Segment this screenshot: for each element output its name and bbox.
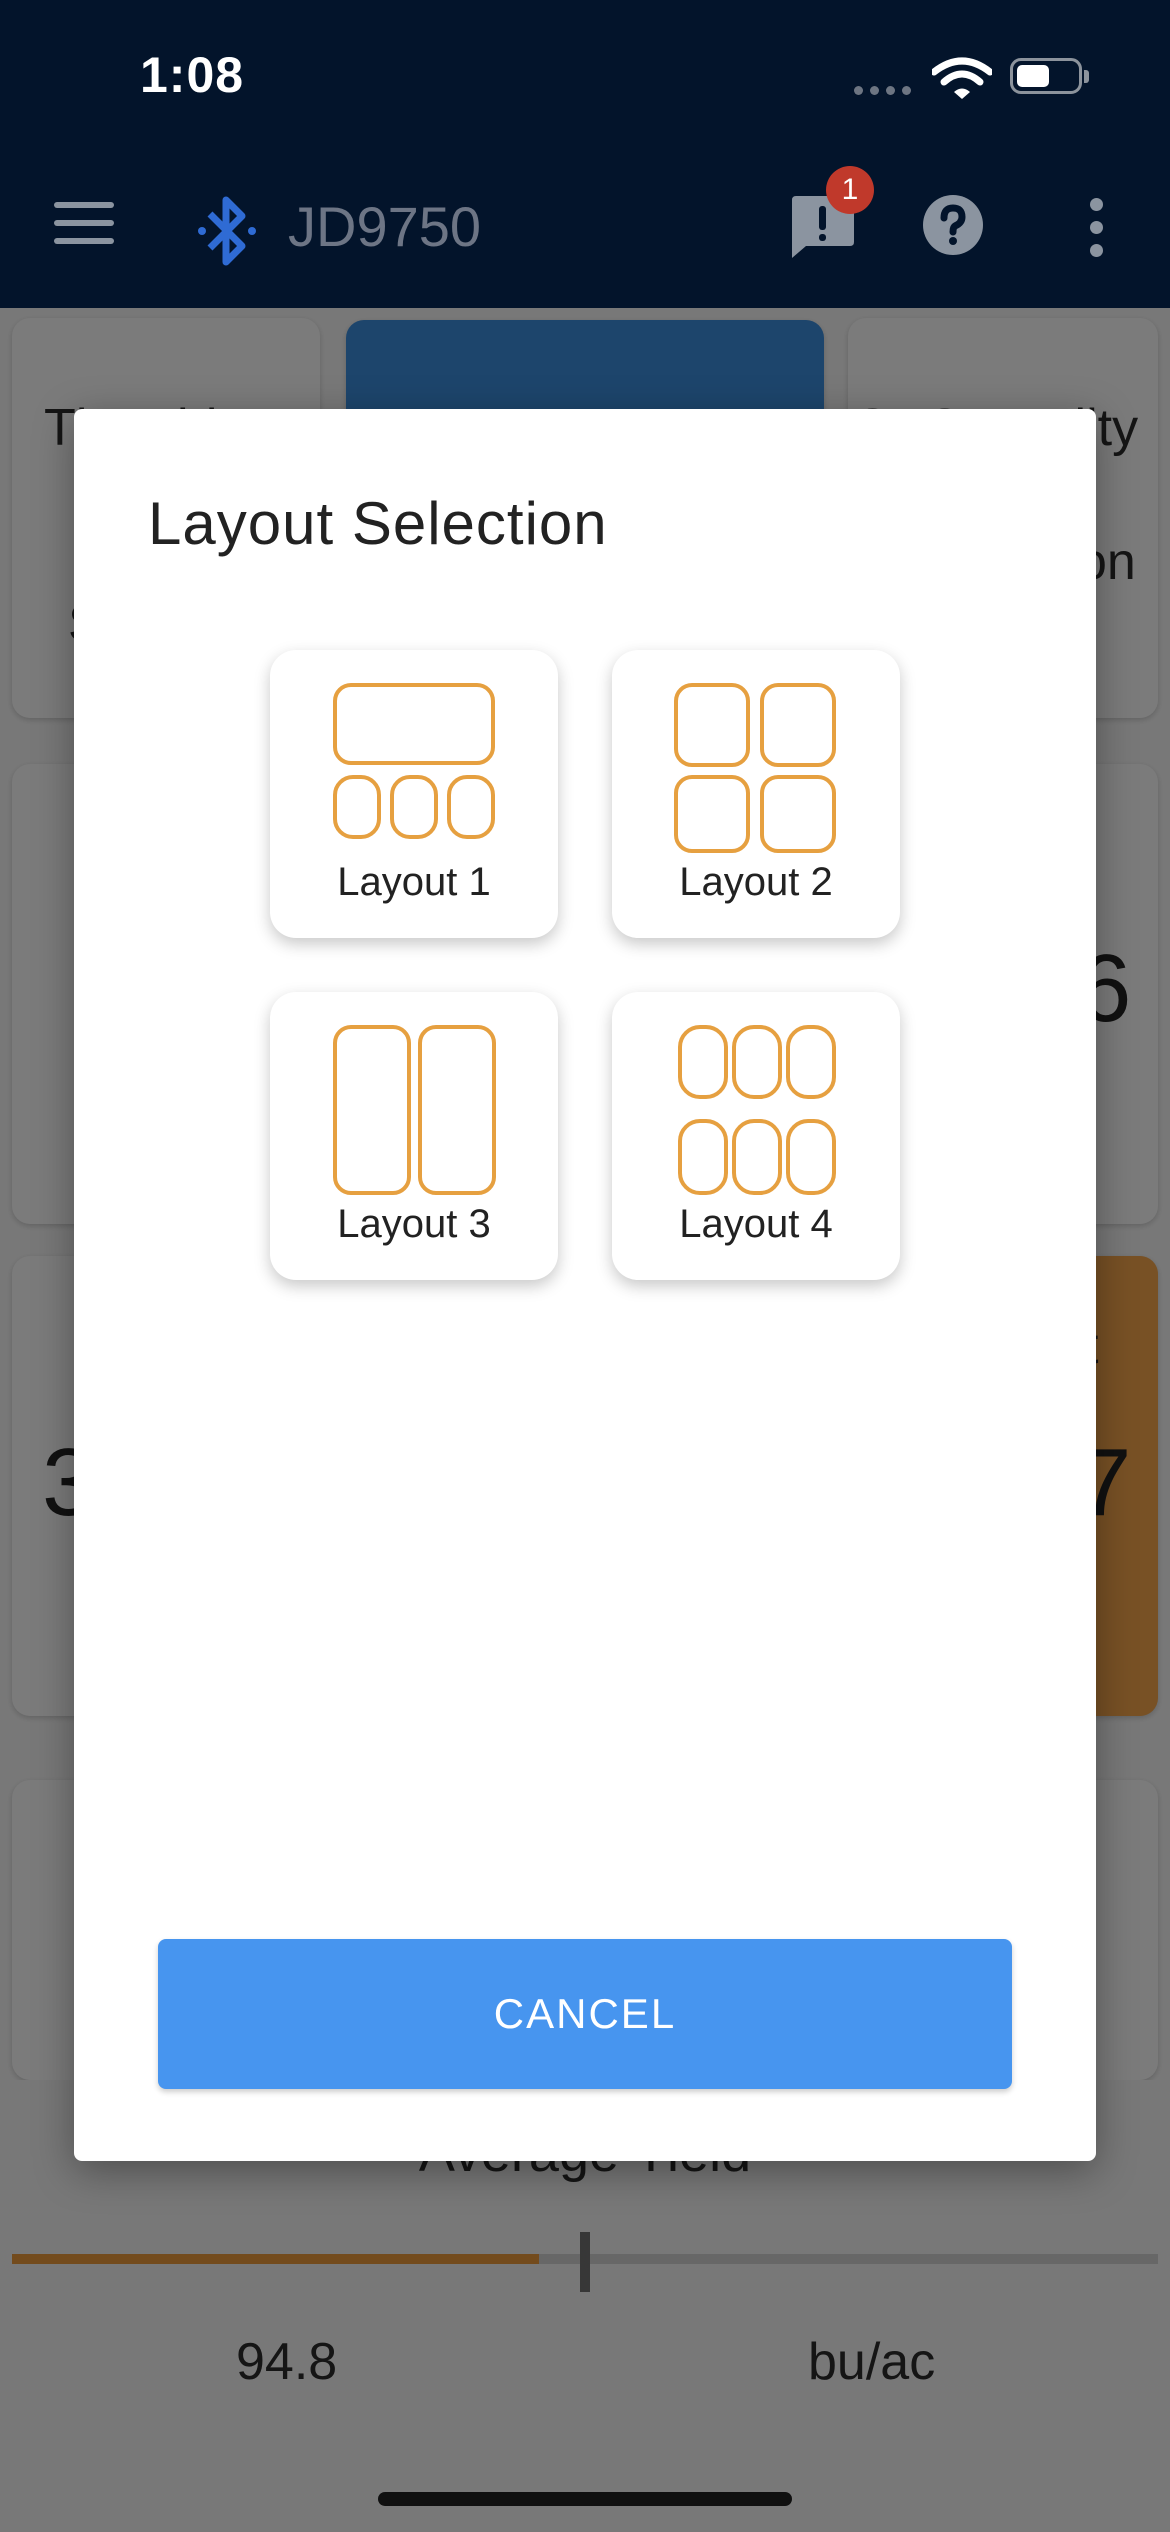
more-options-icon[interactable] (1090, 198, 1104, 267)
layout-4-icon (678, 1025, 836, 1195)
wifi-icon (932, 57, 992, 99)
layout-label: Layout 4 (679, 1202, 833, 1246)
layout-label: Layout 3 (337, 1202, 491, 1246)
dialog-title: Layout Selection (148, 490, 608, 557)
cancel-button[interactable]: CANCEL (158, 1939, 1012, 2089)
status-time: 1:08 (140, 47, 245, 103)
layout-option-2[interactable]: Layout 2 (612, 650, 900, 938)
layout-option-3[interactable]: Layout 3 (270, 992, 558, 1280)
home-indicator[interactable] (378, 2492, 792, 2506)
app-header: 1:08 JD9750 1 (0, 0, 1170, 308)
layout-option-4[interactable]: Layout 4 (612, 992, 900, 1280)
cellular-signal-icon (854, 86, 911, 95)
layout-selection-dialog: Layout Selection Layout 1 Layout 2 Layou… (74, 409, 1096, 2161)
layout-option-1[interactable]: Layout 1 (270, 650, 558, 938)
machine-title: JD9750 (288, 195, 482, 258)
bluetooth-icon (198, 196, 256, 266)
layout-1-icon (333, 683, 495, 839)
notification-badge: 1 (826, 166, 874, 214)
layout-label: Layout 1 (337, 860, 491, 904)
layout-3-icon (333, 1025, 496, 1195)
help-icon[interactable] (922, 194, 984, 256)
layout-2-icon (674, 683, 836, 853)
layout-label: Layout 2 (679, 860, 833, 904)
hamburger-menu-icon[interactable] (54, 202, 114, 244)
battery-icon (1010, 58, 1089, 94)
